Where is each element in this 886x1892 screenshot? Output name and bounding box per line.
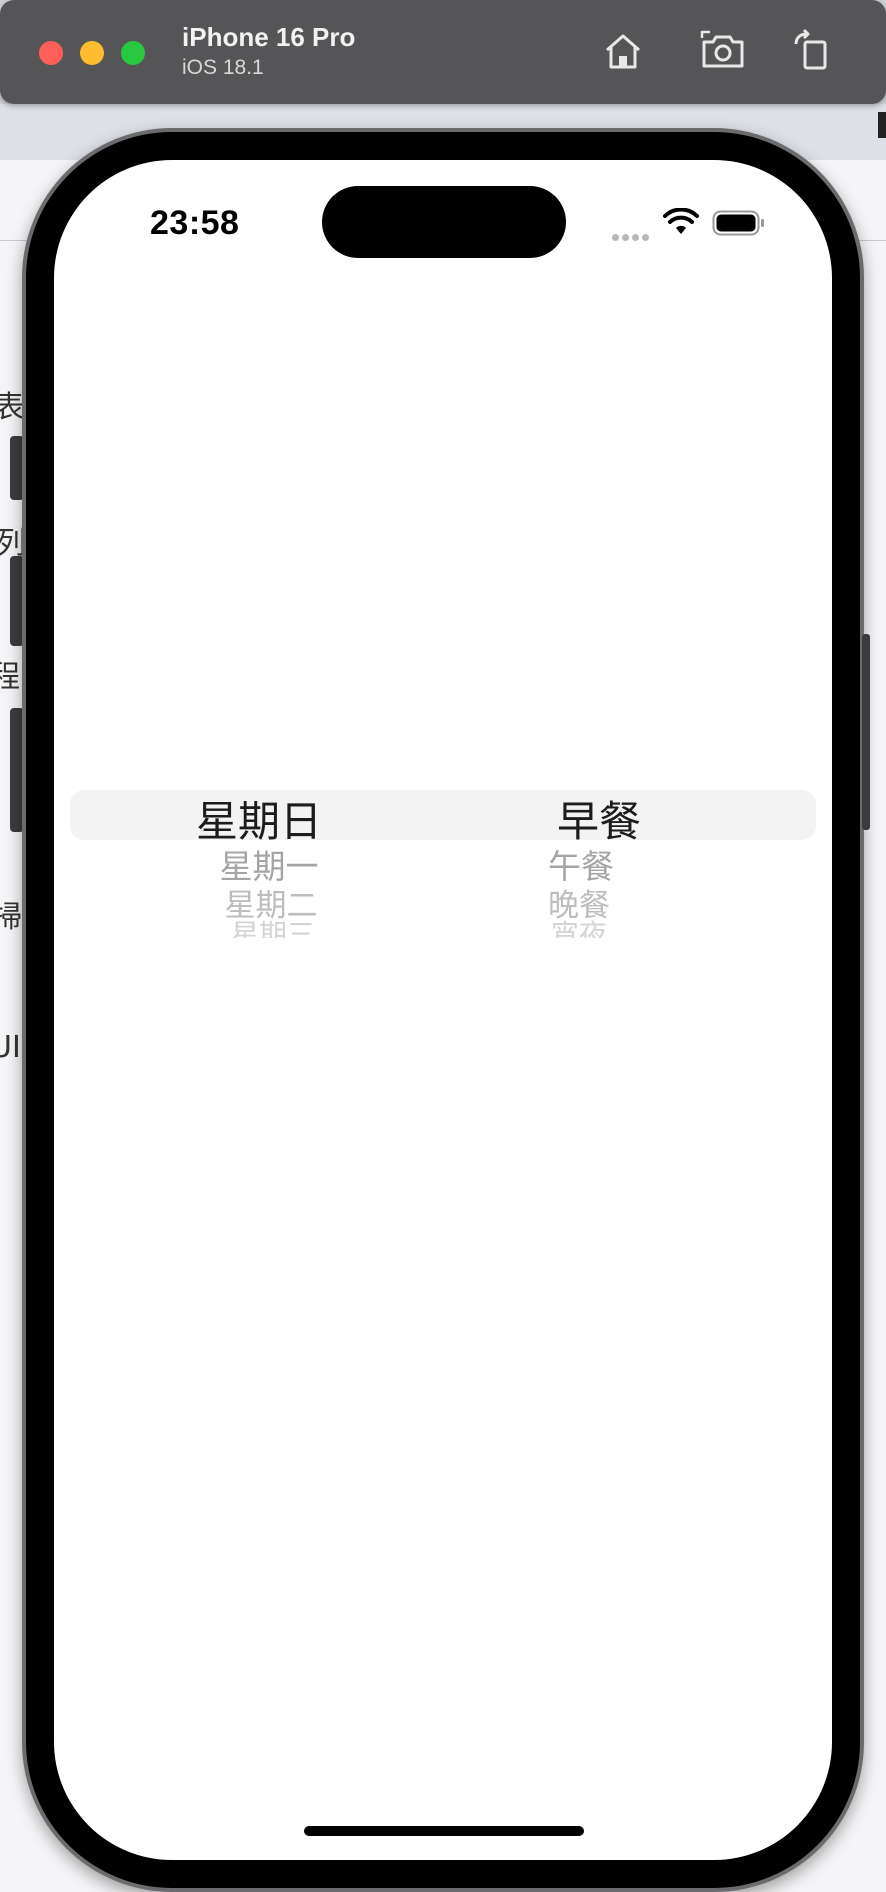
status-time: 23:58 xyxy=(150,204,240,242)
device-name: iPhone 16 Pro xyxy=(182,22,356,52)
picker-item[interactable]: 晚餐 xyxy=(504,880,654,925)
background-text-fragment: UI xyxy=(0,1030,21,1065)
battery-icon xyxy=(712,210,764,236)
background-text-fragment: 程 xyxy=(0,660,20,695)
rotate-icon[interactable] xyxy=(790,28,836,74)
screenshot-icon[interactable] xyxy=(700,28,746,74)
home-indicator[interactable] xyxy=(304,1826,584,1836)
maximize-window-button[interactable] xyxy=(121,41,145,65)
minimize-window-button[interactable] xyxy=(80,41,104,65)
close-window-button[interactable] xyxy=(39,41,63,65)
cellular-signal-icon xyxy=(612,226,652,245)
wifi-icon xyxy=(663,208,699,234)
home-icon[interactable] xyxy=(600,28,646,74)
picker-item[interactable]: 星期三 xyxy=(178,920,368,938)
phone-screen: 23:58 星期日 星期一 星期二 星期三 早餐 午餐 晚餐 宵夜 xyxy=(54,160,832,1860)
simulator-toolbar: iPhone 16 Pro iOS 18.1 xyxy=(0,0,886,104)
background-edge-marker xyxy=(878,112,886,138)
dynamic-island xyxy=(322,186,566,258)
side-button[interactable] xyxy=(862,634,870,830)
picker-item[interactable]: 宵夜 xyxy=(504,920,654,938)
os-version: iOS 18.1 xyxy=(182,56,264,79)
picker-item[interactable]: 星期二 xyxy=(176,880,366,925)
